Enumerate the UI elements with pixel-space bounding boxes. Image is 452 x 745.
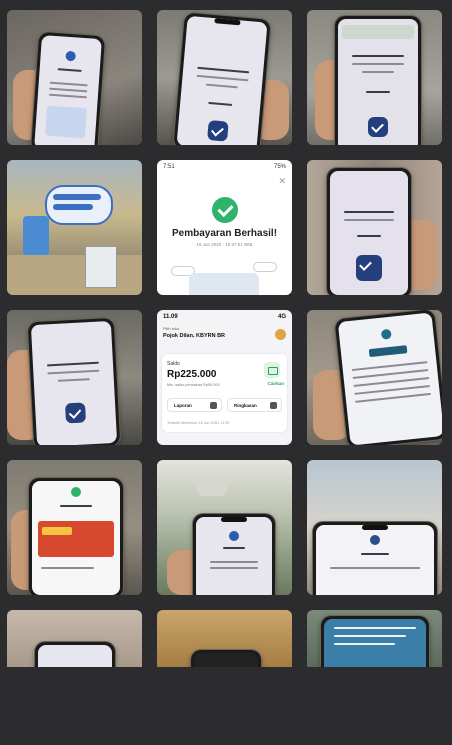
check-badge-icon xyxy=(368,117,388,137)
phone-screen xyxy=(338,19,418,145)
phone-screen xyxy=(32,481,120,595)
status-bar: 7:51 75% xyxy=(163,164,286,170)
summary-icon xyxy=(270,402,277,409)
gallery-thumb-3[interactable] xyxy=(307,10,442,145)
gallery-thumb-2[interactable] xyxy=(157,10,292,145)
status-battery: 75% xyxy=(273,164,286,170)
avatar[interactable] xyxy=(275,329,286,340)
status-bar: 11.09 4G xyxy=(163,314,286,320)
phone-screen xyxy=(316,525,434,595)
phone-screen xyxy=(330,171,408,295)
cloud-illustration xyxy=(253,262,277,272)
phone-screen xyxy=(34,35,102,145)
saldo-value: Rp225.000 xyxy=(167,369,217,380)
phone-screen xyxy=(38,645,112,667)
laporan-button[interactable]: Laporan xyxy=(167,398,222,412)
gallery-thumb-12[interactable] xyxy=(307,460,442,595)
ringkasan-label: Ringkasan xyxy=(234,403,257,408)
merchant-label: Pilih toko xyxy=(163,326,180,331)
payment-success-screenshot[interactable]: 7:51 75% ✕ Pembayaran Berhasil! 16 Jun 2… xyxy=(157,160,292,295)
phone-screen xyxy=(176,15,268,145)
phone-screen xyxy=(196,517,272,595)
ringkasan-button[interactable]: Ringkasan xyxy=(227,398,282,412)
gallery-thumb-15[interactable] xyxy=(307,610,442,667)
gallery-thumb-10[interactable] xyxy=(7,460,142,595)
gallery-thumb-1[interactable] xyxy=(7,10,142,145)
gallery-thumb-6[interactable] xyxy=(307,160,442,295)
status-network: 4G xyxy=(277,314,286,320)
wallet-icon[interactable] xyxy=(264,362,280,378)
close-icon: ✕ xyxy=(278,176,286,186)
gallery-thumb-9[interactable] xyxy=(307,310,442,445)
phone-screen xyxy=(324,619,426,667)
photo-gallery-grid: 7:51 75% ✕ Pembayaran Berhasil! 16 Jun 2… xyxy=(7,10,442,745)
laporan-label: Laporan xyxy=(174,403,192,408)
cairkan-button[interactable]: Cairkan xyxy=(267,381,284,386)
gallery-thumb-4[interactable] xyxy=(7,160,142,295)
check-badge-icon xyxy=(356,255,382,281)
status-time: 11.09 xyxy=(163,314,178,320)
last-updated: Terakhir diperbarui: 16 Jun 2020, 11.09 xyxy=(167,421,230,425)
report-icon xyxy=(210,402,217,409)
saldo-min-note: Min. saldo pencairan Rp50.000 xyxy=(167,383,220,387)
status-time: 7:51 xyxy=(163,164,175,170)
phone-screen xyxy=(337,312,442,445)
phone-screen xyxy=(194,653,258,667)
shop-illustration xyxy=(189,273,259,295)
gallery-thumb-7[interactable] xyxy=(7,310,142,445)
check-circle-icon xyxy=(212,197,238,223)
gallery-thumb-11[interactable] xyxy=(157,460,292,595)
gallery-thumb-14[interactable] xyxy=(157,610,292,667)
phone-screen xyxy=(30,320,118,445)
success-title: Pembayaran Berhasil! xyxy=(171,228,278,239)
merchant-name[interactable]: Pojok Dilan, KBYRN BR xyxy=(163,333,225,339)
check-badge-icon xyxy=(207,119,229,142)
gallery-thumb-13[interactable] xyxy=(7,610,142,667)
success-date: 16 Jun 2020 · 15:37:51 WIB xyxy=(196,242,253,247)
check-badge-icon xyxy=(65,402,87,424)
saldo-label: Saldo xyxy=(167,361,180,367)
merchant-balance-screenshot[interactable]: 11.09 4G Pilih toko Pojok Dilan, KBYRN B… xyxy=(157,310,292,445)
